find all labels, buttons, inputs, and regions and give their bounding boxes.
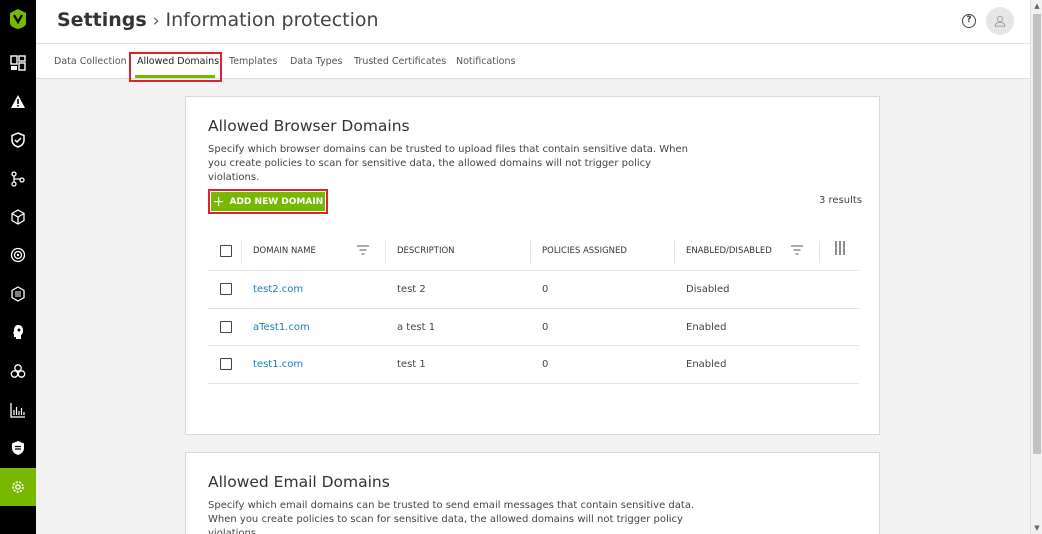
policies-assigned: 0 <box>542 359 549 370</box>
breadcrumb-current: Information protection <box>165 9 379 31</box>
column-header-description[interactable]: DESCRIPTION <box>397 246 455 256</box>
policies-assigned: 0 <box>542 321 549 333</box>
plus-icon: + <box>212 193 225 210</box>
domain-link[interactable]: aTest1.com <box>253 322 310 333</box>
policies-assigned: 0 <box>542 284 549 295</box>
breadcrumb-root[interactable]: Settings <box>57 9 147 31</box>
analytics-icon[interactable] <box>0 391 36 429</box>
add-new-domain-button[interactable]: + ADD NEW DOMAIN <box>211 192 325 211</box>
dashboard-icon[interactable] <box>0 44 36 82</box>
profile-icon[interactable] <box>0 313 36 351</box>
email-domains-card: Allowed Email Domains Specify which emai… <box>185 452 880 534</box>
table-row: aTest1.com a test 1 0 Enabled <box>208 309 859 346</box>
row-checkbox[interactable] <box>220 283 232 295</box>
domain-description: test 1 <box>397 359 426 370</box>
column-divider <box>530 241 531 263</box>
page-scrollbar[interactable]: ▲ ▼ <box>1030 0 1042 534</box>
page-title: Settings › Information protection <box>57 9 379 31</box>
email-domains-description: Specify which email domains can be trust… <box>208 500 695 534</box>
row-checkbox[interactable] <box>220 320 232 333</box>
tab-bar: Data Collection Allowed Domains Template… <box>36 44 1030 82</box>
cube-icon[interactable] <box>0 198 36 236</box>
column-divider <box>674 241 675 263</box>
add-button-highlight: + ADD NEW DOMAIN <box>208 189 328 214</box>
row-checkbox[interactable] <box>220 358 232 370</box>
browser-domains-title: Allowed Browser Domains <box>208 117 410 135</box>
api-icon[interactable] <box>0 275 36 313</box>
shield-list-icon[interactable] <box>0 429 36 467</box>
column-divider <box>385 241 386 263</box>
table-header: DOMAIN NAME DESCRIPTION POLICIES ASSIGNE… <box>208 231 859 271</box>
table-row: test2.com test 2 0 Disabled <box>208 271 859 309</box>
select-all-checkbox[interactable] <box>220 245 232 257</box>
email-domains-title: Allowed Email Domains <box>208 473 390 491</box>
columns-icon[interactable] <box>834 241 846 255</box>
brand-logo <box>10 9 26 29</box>
tab-data-collection[interactable]: Data Collection <box>54 56 127 67</box>
column-divider <box>241 241 242 263</box>
scroll-thumb[interactable] <box>1033 14 1041 454</box>
tab-data-types[interactable]: Data Types <box>290 56 342 67</box>
filter-icon[interactable] <box>791 245 803 255</box>
biohazard-icon[interactable] <box>0 352 36 390</box>
domain-status: Disabled <box>686 284 730 295</box>
alert-icon[interactable] <box>0 83 36 121</box>
breadcrumb-separator: › <box>152 11 160 31</box>
domains-table: DOMAIN NAME DESCRIPTION POLICIES ASSIGNE… <box>208 231 859 384</box>
domain-status: Enabled <box>686 359 727 370</box>
domain-description: test 2 <box>397 284 426 295</box>
settings-icon[interactable] <box>0 468 36 506</box>
column-header-status[interactable]: ENABLED/DISABLED <box>686 246 772 256</box>
network-icon[interactable] <box>0 160 36 198</box>
filter-icon[interactable] <box>357 245 369 255</box>
tab-notifications[interactable]: Notifications <box>456 56 515 67</box>
page-header: Settings › Information protection ? <box>36 0 1030 44</box>
domain-description: a test 1 <box>397 321 436 333</box>
domain-status: Enabled <box>686 321 727 333</box>
user-icon <box>994 15 1006 27</box>
column-divider <box>819 241 820 263</box>
domain-link[interactable]: test2.com <box>253 284 303 295</box>
browser-domains-description: Specify which browser domains can be tru… <box>208 144 688 183</box>
domain-link[interactable]: test1.com <box>253 359 303 370</box>
results-count: 3 results <box>819 195 863 206</box>
scroll-up-icon[interactable]: ▲ <box>1033 2 1041 10</box>
nav-rail <box>0 0 36 534</box>
avatar[interactable] <box>986 7 1014 35</box>
column-header-policies[interactable]: POLICIES ASSIGNED <box>542 246 627 256</box>
column-header-domain[interactable]: DOMAIN NAME <box>253 246 316 256</box>
add-new-domain-label: ADD NEW DOMAIN <box>229 196 324 207</box>
shield-check-icon[interactable] <box>0 121 36 159</box>
scroll-down-icon[interactable]: ▼ <box>1033 524 1041 532</box>
active-tab-indicator <box>135 75 215 78</box>
help-icon[interactable]: ? <box>962 14 976 28</box>
browser-domains-card: Allowed Browser Domains Specify which br… <box>185 96 880 435</box>
target-icon[interactable] <box>0 236 36 274</box>
tab-trusted-certificates[interactable]: Trusted Certificates <box>354 56 446 67</box>
tab-templates[interactable]: Templates <box>229 56 277 67</box>
table-row: test1.com test 1 0 Enabled <box>208 346 859 384</box>
